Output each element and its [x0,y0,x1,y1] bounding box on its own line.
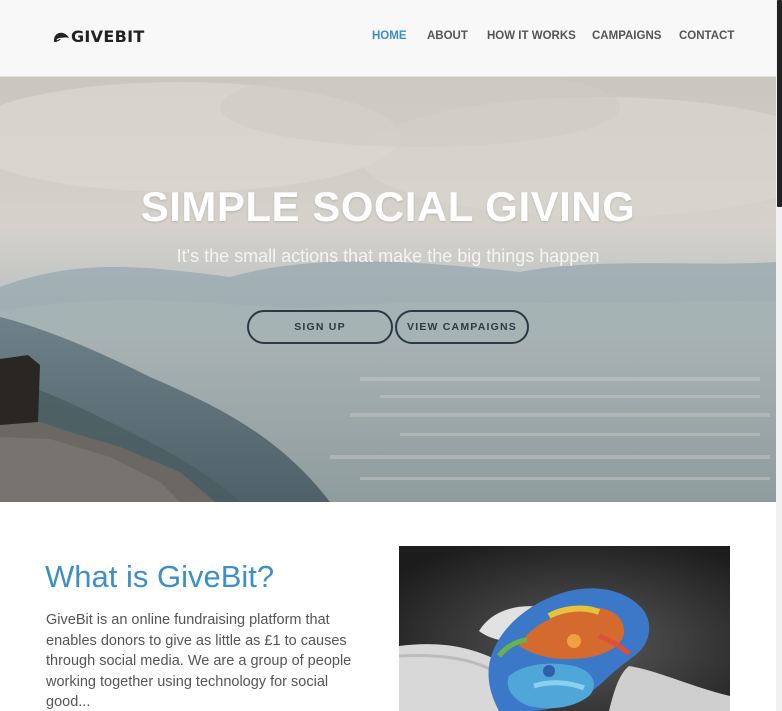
about-heading: What is GiveBit? [45,559,275,594]
nav-home[interactable]: HOME [372,30,407,42]
main-nav: HOME ABOUT HOW IT WORKS CAMPAIGNS CONTAC… [0,30,776,46]
hero-mountain-background [0,77,776,502]
view-campaigns-button[interactable]: VIEW CAMPAIGNS [395,310,529,344]
about-paragraph: GiveBit is an online fundraising platfor… [46,612,352,711]
site-header: GIVEBIT HOME ABOUT HOW IT WORKS CAMPAIGN… [0,0,776,77]
painted-hands-image [399,546,730,711]
hero-section: SIMPLE SOCIAL GIVING It's the small acti… [0,77,776,502]
nav-campaigns[interactable]: CAMPAIGNS [592,30,661,42]
sign-up-button[interactable]: SIGN UP [247,310,393,344]
nav-contact[interactable]: CONTACT [679,30,734,42]
hands-photo [399,546,730,711]
hero-subtitle: It's the small actions that make the big… [176,246,600,266]
scrollbar-thumb[interactable] [777,0,782,207]
hero-title: SIMPLE SOCIAL GIVING [140,183,636,230]
nav-how-it-works[interactable]: HOW IT WORKS [487,30,576,42]
page-scrollbar[interactable] [776,0,782,711]
nav-about[interactable]: ABOUT [427,30,468,42]
